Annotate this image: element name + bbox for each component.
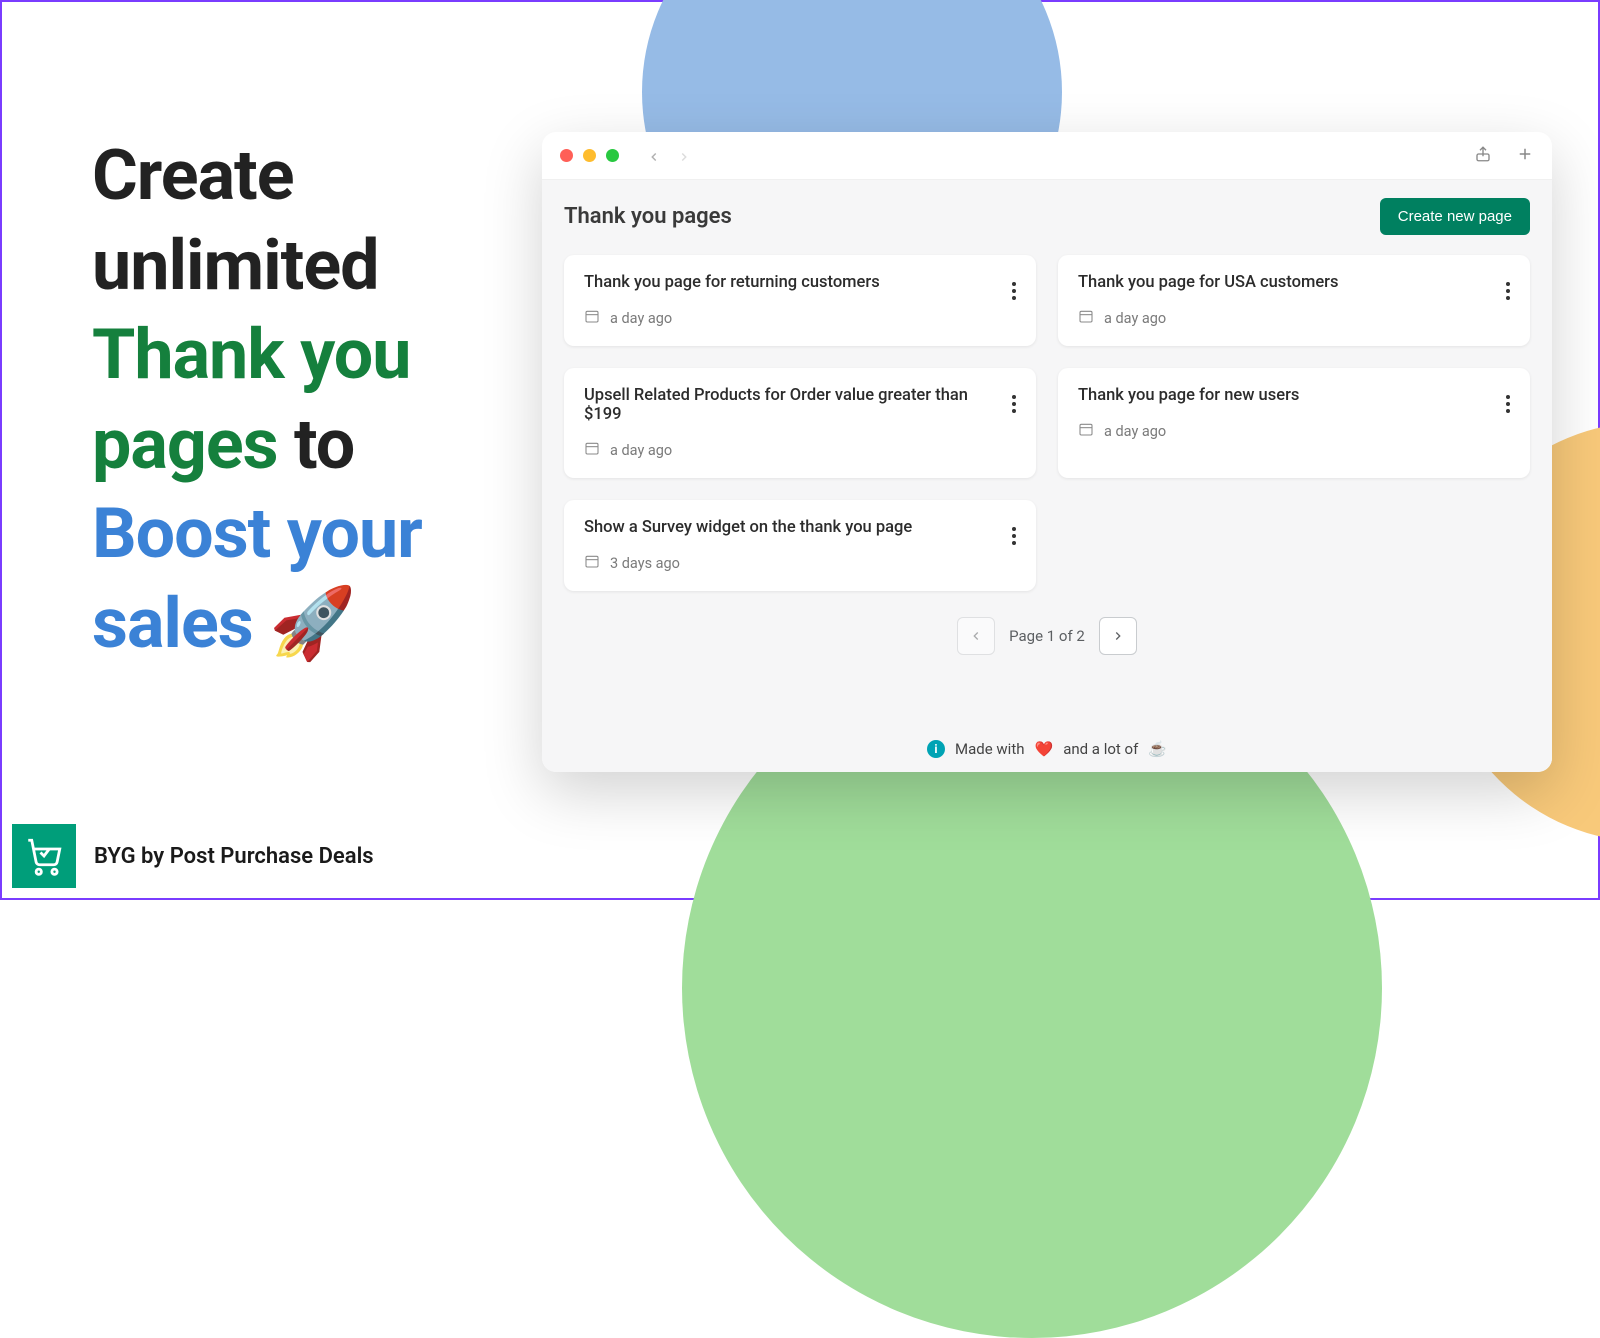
card-time: a day ago (1104, 310, 1166, 327)
nav-forward-icon[interactable] (677, 149, 691, 163)
card-menu-button[interactable] (1502, 388, 1514, 420)
card-title: Thank you page for USA customers (1078, 273, 1510, 292)
card-menu-button[interactable] (1008, 520, 1020, 552)
card-title: Show a Survey widget on the thank you pa… (584, 518, 1016, 537)
calendar-icon (584, 553, 600, 573)
brand-text: BYG by Post Purchase Deals (94, 844, 374, 869)
create-new-page-button[interactable]: Create new page (1380, 198, 1530, 235)
page-indicator: Page 1 of 2 (1009, 627, 1085, 645)
page-card[interactable]: Thank you page for returning customers a… (564, 255, 1036, 346)
page-card[interactable]: Thank you page for USA customers a day a… (1058, 255, 1530, 346)
headline-part2: to (294, 404, 354, 486)
rocket-icon: 🚀 (269, 583, 355, 665)
plus-icon[interactable] (1516, 145, 1534, 167)
page-card[interactable]: Thank you page for new users a day ago (1058, 368, 1530, 478)
brand-logo (12, 824, 76, 888)
footer-text-mid: and a lot of (1063, 740, 1138, 758)
page-card[interactable]: Upsell Related Products for Order value … (564, 368, 1036, 478)
headline-part1: Create unlimited (92, 135, 379, 307)
coffee-icon: ☕ (1148, 740, 1167, 758)
page-title: Thank you pages (564, 204, 732, 229)
pages-grid: Thank you page for returning customers a… (564, 255, 1530, 591)
share-icon[interactable] (1474, 145, 1492, 167)
card-menu-button[interactable] (1008, 388, 1020, 420)
card-time: a day ago (610, 310, 672, 327)
footer-text-prefix: Made with (955, 740, 1024, 758)
info-icon[interactable]: i (927, 740, 945, 758)
page-prev-button[interactable] (957, 617, 995, 655)
window-minimize-dot[interactable] (583, 149, 596, 162)
nav-back-icon[interactable] (647, 149, 661, 163)
card-title: Thank you page for new users (1078, 386, 1510, 405)
marketing-headline: Create unlimited Thank you pages to Boos… (92, 132, 492, 670)
brand-footer: BYG by Post Purchase Deals (12, 824, 374, 888)
calendar-icon (1078, 308, 1094, 328)
calendar-icon (584, 308, 600, 328)
headline-highlight-thankyou: Thank you pages (92, 314, 411, 486)
page-next-button[interactable] (1099, 617, 1137, 655)
window-maximize-dot[interactable] (606, 149, 619, 162)
pagination: Page 1 of 2 (564, 617, 1530, 655)
page-card[interactable]: Show a Survey widget on the thank you pa… (564, 500, 1036, 591)
calendar-icon (584, 440, 600, 460)
window-close-dot[interactable] (560, 149, 573, 162)
app-footer: i Made with ❤️ and a lot of ☕ (564, 712, 1530, 758)
window-titlebar (542, 132, 1552, 180)
card-time: a day ago (610, 442, 672, 459)
card-title: Thank you page for returning customers (584, 273, 1016, 292)
card-menu-button[interactable] (1502, 275, 1514, 307)
headline-highlight-boost: Boost your sales (92, 493, 422, 665)
heart-icon: ❤️ (1035, 740, 1054, 758)
app-content: Thank you pages Create new page Thank yo… (542, 180, 1552, 772)
card-time: 3 days ago (610, 555, 680, 572)
card-menu-button[interactable] (1008, 275, 1020, 307)
card-title: Upsell Related Products for Order value … (584, 386, 1016, 424)
card-time: a day ago (1104, 423, 1166, 440)
app-window: Thank you pages Create new page Thank yo… (542, 132, 1552, 772)
calendar-icon (1078, 421, 1094, 441)
